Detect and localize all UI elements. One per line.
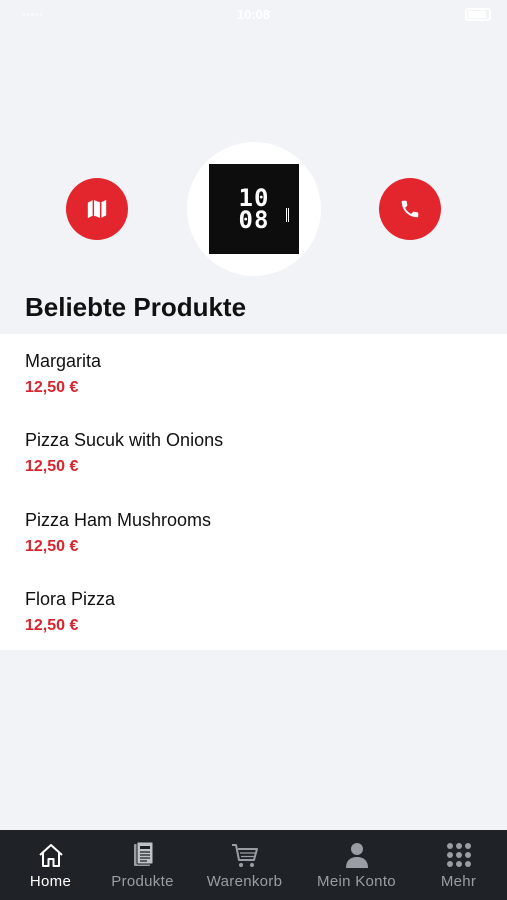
product-price: 12,50 € [25, 617, 79, 634]
product-price: 12,50 € [25, 538, 79, 555]
phone-icon [401, 200, 419, 218]
status-time: 10:08 [236, 7, 271, 22]
section-title: Beliebte Produkte [25, 292, 247, 322]
tab-home[interactable]: Home [0, 830, 101, 900]
user-icon [344, 841, 370, 869]
tab-warenkorb[interactable]: Warenkorb [194, 830, 295, 900]
product-list: Margarita 12,50 € Pizza Sucuk with Onion… [0, 334, 507, 650]
cart-icon [230, 841, 260, 869]
tab-home-label: Home [29, 873, 72, 890]
product-item[interactable]: Pizza Ham Mushrooms 12,50 € [25, 509, 485, 569]
product-name: Pizza Ham Mushrooms [25, 510, 212, 530]
menu-card-icon [131, 841, 155, 869]
product-item[interactable]: Pizza Sucuk with Onions 12,50 € [25, 429, 485, 489]
product-item[interactable]: Margarita 12,50 € [25, 350, 485, 410]
tab-produkte[interactable]: Produkte [92, 830, 193, 900]
product-item[interactable]: Flora Pizza 12,50 € [25, 588, 485, 648]
battery-icon [465, 8, 491, 21]
tab-mehr-label: Mehr [440, 873, 477, 890]
product-price: 12,50 € [25, 458, 79, 475]
product-name: Pizza Sucuk with Onions [25, 430, 224, 450]
tab-mein-konto[interactable]: Mein Konto [306, 830, 407, 900]
tab-produkte-label: Produkte [111, 873, 174, 890]
call-button[interactable] [379, 178, 441, 240]
product-price: 12,50 € [25, 379, 79, 396]
logo-line-2: 08 [238, 206, 270, 234]
tab-mein-konto-label: Mein Konto [317, 873, 396, 890]
tab-mehr[interactable]: Mehr [408, 830, 507, 900]
map-button[interactable] [66, 178, 128, 240]
bottom-tab-bar: Home Produkte Warenkorb Mein Konto Mehr [0, 830, 507, 900]
status-bar: ····· 10:08 [0, 0, 507, 30]
logo-side-mark [286, 208, 289, 222]
home-icon [37, 841, 65, 869]
grid-icon [446, 841, 472, 869]
restaurant-header: 10 08 [0, 140, 507, 280]
map-icon [87, 199, 107, 219]
tab-warenkorb-label: Warenkorb [206, 873, 283, 890]
logo-box: 10 08 [209, 164, 299, 254]
product-name: Flora Pizza [25, 589, 116, 609]
restaurant-logo: 10 08 [187, 142, 321, 276]
product-name: Margarita [25, 351, 102, 371]
